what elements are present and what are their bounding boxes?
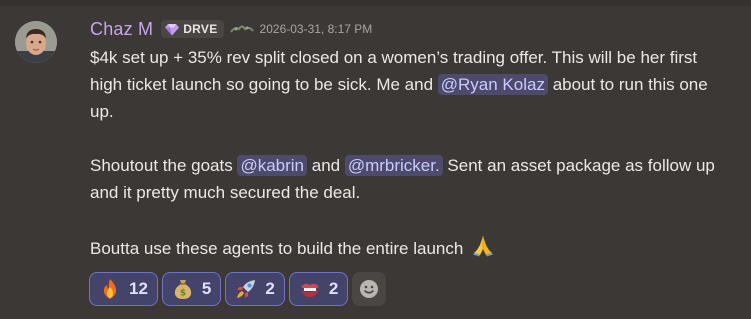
rocket-emoji bbox=[234, 277, 258, 301]
message-body: $4k set up + 35% rev split closed on a w… bbox=[90, 44, 730, 265]
money-bag-emoji: $ bbox=[171, 277, 195, 301]
reaction-money-bag[interactable]: $ 5 bbox=[161, 272, 222, 306]
reaction-count: 2 bbox=[328, 279, 339, 298]
message-paragraph: Shoutout the goats @kabrin and @mrbricke… bbox=[90, 152, 730, 206]
reaction-count: 2 bbox=[265, 279, 275, 298]
mention-mrbricker[interactable]: @mrbricker. bbox=[344, 155, 443, 176]
chat-message: Chaz M DRVE 2026-03-31, 8:17 PM $4k set bbox=[0, 6, 751, 319]
guild-tag[interactable]: DRVE bbox=[161, 20, 224, 38]
message-content: Chaz M DRVE 2026-03-31, 8:17 PM $4k set bbox=[90, 16, 730, 265]
reaction-rocket[interactable]: 2 bbox=[225, 272, 285, 306]
folded-hands-emoji bbox=[471, 233, 495, 265]
svg-text:$: $ bbox=[180, 289, 186, 299]
message-text: Shoutout the goats bbox=[90, 156, 238, 175]
role-decoration-icon bbox=[229, 23, 254, 35]
guild-tag-label: DRVE bbox=[183, 22, 218, 36]
smile-add-reaction-icon bbox=[360, 280, 379, 298]
message-header: Chaz M DRVE 2026-03-31, 8:17 PM bbox=[90, 16, 730, 42]
message-paragraph: Boutta use these agents to build the ent… bbox=[90, 233, 730, 265]
mention-kabrin[interactable]: @kabrin bbox=[237, 155, 308, 176]
message-text: and bbox=[307, 156, 345, 175]
fire-emoji bbox=[98, 277, 122, 301]
username[interactable]: Chaz M bbox=[90, 19, 153, 40]
message-paragraph: $4k set up + 35% rev split closed on a w… bbox=[90, 44, 730, 125]
reaction-fire[interactable]: 12 bbox=[89, 272, 158, 306]
reaction-count: 12 bbox=[129, 279, 148, 298]
reactions-bar: 12 $ 5 2 2 bbox=[89, 272, 387, 306]
add-reaction-button[interactable] bbox=[352, 272, 387, 306]
reaction-biting-lip[interactable]: 2 bbox=[288, 272, 349, 306]
biting-lip-emoji bbox=[298, 277, 322, 301]
message-text: Boutta use these agents to build the ent… bbox=[90, 239, 469, 258]
reaction-count: 5 bbox=[201, 279, 212, 298]
mention-ryan-kolaz[interactable]: @Ryan Kolaz bbox=[437, 74, 548, 95]
gem-icon bbox=[165, 23, 180, 35]
avatar[interactable] bbox=[15, 21, 57, 63]
timestamp[interactable]: 2026-03-31, 8:17 PM bbox=[260, 22, 373, 36]
